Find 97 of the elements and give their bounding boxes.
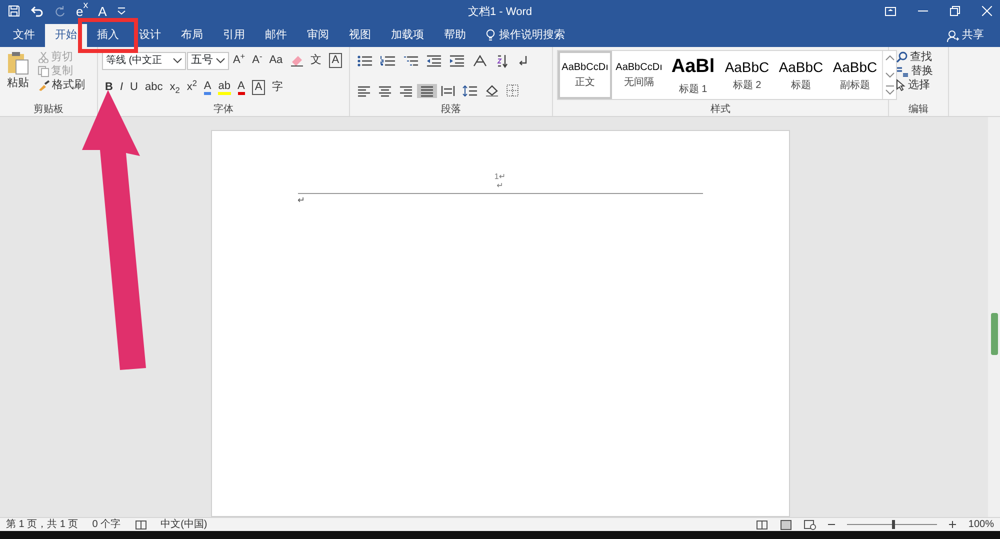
save-icon (8, 5, 20, 17)
text-layout-icon (472, 54, 488, 66)
dropdown-icon (116, 7, 126, 15)
format-button[interactable]: x$_{2}$ (166, 80, 183, 95)
font-name-field[interactable]: 等线 (中文正 (102, 52, 186, 70)
ribbon-tab[interactable]: 文件 (3, 24, 45, 47)
toolbar-button[interactable]: A (98, 4, 107, 18)
eraser-icon (290, 54, 304, 67)
ribbon-tab[interactable]: 布局 (171, 24, 213, 47)
ribbon-tab[interactable]: 邮件 (255, 24, 297, 47)
restore-icon[interactable] (950, 6, 960, 16)
format-button[interactable]: A$^{+}$ (230, 53, 248, 68)
print-layout-icon[interactable] (780, 520, 792, 530)
format-button[interactable]: abc (142, 80, 166, 95)
zoom-in-icon[interactable] (949, 521, 956, 528)
zoom-out-icon[interactable] (828, 521, 836, 528)
word-count: 0 个字 (92, 518, 121, 532)
dropdown-icon (216, 58, 225, 64)
share-button[interactable]: 共享 (941, 24, 990, 47)
replace-icon (896, 65, 909, 78)
decrease-indent-icon (426, 54, 442, 66)
person-icon (947, 30, 959, 42)
undo-icon (30, 5, 44, 17)
format-button[interactable]: 文 (308, 53, 325, 68)
increase-indent-icon (449, 54, 465, 66)
save-button[interactable] (8, 5, 20, 17)
toolbar-button[interactable]: e$^{x}$ (76, 4, 88, 18)
align-center-icon (378, 84, 392, 96)
lightbulb-icon (486, 29, 495, 42)
ribbon-button[interactable]: 选择 (893, 78, 944, 92)
format-button[interactable]: ab (215, 78, 234, 96)
window-title: 文档1 - Word (468, 6, 532, 18)
redo-icon (54, 5, 66, 17)
paste-button[interactable]: 粘贴 (4, 50, 32, 102)
align-right-icon (399, 84, 413, 96)
ribbon-tab[interactable]: 帮助 (434, 24, 476, 47)
format-button[interactable]: B (102, 80, 116, 95)
language-label[interactable]: 中文(中国) (160, 517, 208, 532)
font-size-field[interactable]: 五号 (186, 52, 229, 70)
ribbon-tab[interactable]: 加载项 (381, 24, 434, 47)
clipboard-icon (7, 51, 29, 75)
multilevel-list-icon (403, 54, 419, 66)
read-mode-icon[interactable] (756, 520, 768, 530)
format-button[interactable]: A$^{-}$ (249, 53, 266, 68)
sort-icon (495, 54, 509, 68)
dropdown-icon (172, 58, 182, 64)
zoom-level[interactable]: 100% (968, 517, 994, 532)
justify-icon (420, 84, 434, 96)
tell-me-search[interactable]: 操作说明搜索 (486, 24, 565, 47)
scissors-icon (38, 52, 49, 63)
minimize-icon[interactable] (918, 10, 928, 12)
ribbon-tab[interactable]: 设计 (129, 24, 171, 47)
scrollbar[interactable] (988, 117, 1000, 517)
copy-icon (38, 66, 49, 77)
page-count: 第 1 页，共 1 页 (6, 518, 78, 532)
brush-icon (38, 80, 50, 91)
header-text: 1↵ (493, 173, 507, 182)
format-button[interactable]: x$^{2}$ (184, 80, 200, 95)
format-button[interactable]: Aa (266, 53, 286, 68)
line-spacing-icon (462, 84, 478, 96)
format-button[interactable]: A (200, 78, 214, 96)
numbered-list-icon (380, 54, 396, 66)
format-button[interactable]: I (116, 80, 126, 95)
header-text: ↵ (496, 182, 504, 191)
style-option[interactable]: AaBbCcDı 正文 (558, 51, 612, 99)
proofing-icon[interactable] (134, 520, 147, 530)
ribbon-display-icon[interactable] (885, 6, 896, 16)
distribute-icon (441, 84, 455, 96)
close-icon[interactable] (982, 6, 992, 16)
zoom-slider[interactable] (892, 520, 896, 529)
ribbon-tab[interactable]: 插入 (87, 24, 129, 47)
ribbon-tab[interactable]: 审阅 (297, 24, 339, 47)
ribbon-tab[interactable]: 视图 (339, 24, 381, 47)
justify-button[interactable] (417, 84, 437, 98)
group-label: 字体 (212, 102, 234, 116)
undo-button[interactable] (30, 5, 44, 17)
search-icon (896, 51, 908, 64)
align-left-icon (357, 84, 371, 96)
dropdown-button[interactable] (116, 7, 126, 15)
ribbon-button[interactable]: 替换 (893, 64, 944, 78)
paragraph-mark: ↵ (298, 194, 306, 207)
group-label: 剪贴板 (32, 102, 64, 116)
borders-icon (506, 84, 519, 97)
ribbon-button[interactable]: 查找 (893, 50, 944, 64)
web-layout-icon[interactable] (804, 520, 816, 530)
group-label: 编辑 (908, 102, 930, 116)
gallery-scroll-icon[interactable] (882, 51, 896, 99)
ribbon-tab[interactable]: 引用 (213, 24, 255, 47)
format-button[interactable]: A (234, 78, 248, 96)
ribbon-button[interactable]: 格式刷 (35, 78, 88, 92)
format-button[interactable]: 字 (269, 80, 286, 95)
group-label: 样式 (710, 102, 732, 116)
paint-bucket-icon (485, 84, 499, 97)
format-button[interactable]: U (127, 80, 141, 95)
group-label: 段落 (440, 102, 462, 116)
ribbon-tab[interactable]: 开始 (45, 24, 87, 47)
bullet-list-icon (357, 54, 373, 66)
